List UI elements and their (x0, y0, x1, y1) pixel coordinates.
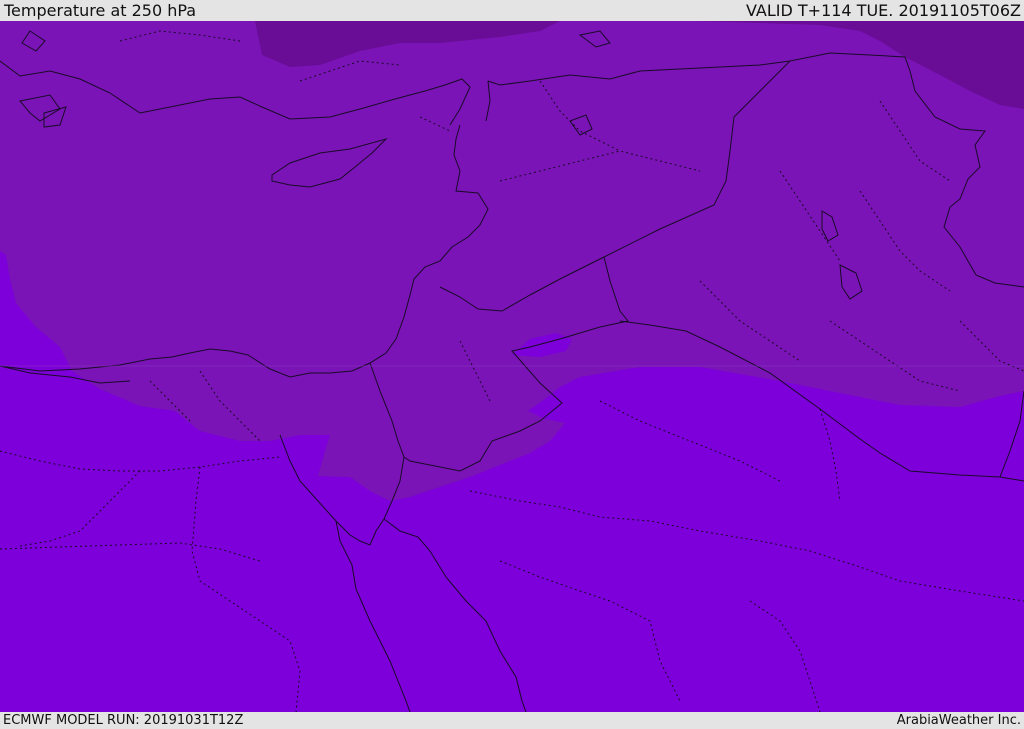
map-panel[interactable] (0, 21, 1024, 712)
map-title: Temperature at 250 hPa (4, 1, 197, 20)
model-run-label: ECMWF MODEL RUN: 20191031T12Z (3, 713, 244, 728)
credit-label: ArabiaWeather Inc. (896, 713, 1021, 728)
footer-bar: ECMWF MODEL RUN: 20191031T12Z ArabiaWeat… (0, 712, 1024, 729)
header-bar: Temperature at 250 hPa VALID T+114 TUE. … (0, 0, 1024, 21)
temperature-map[interactable] (0, 21, 1024, 712)
valid-time-label: VALID T+114 TUE. 20191105T06Z (745, 1, 1021, 20)
